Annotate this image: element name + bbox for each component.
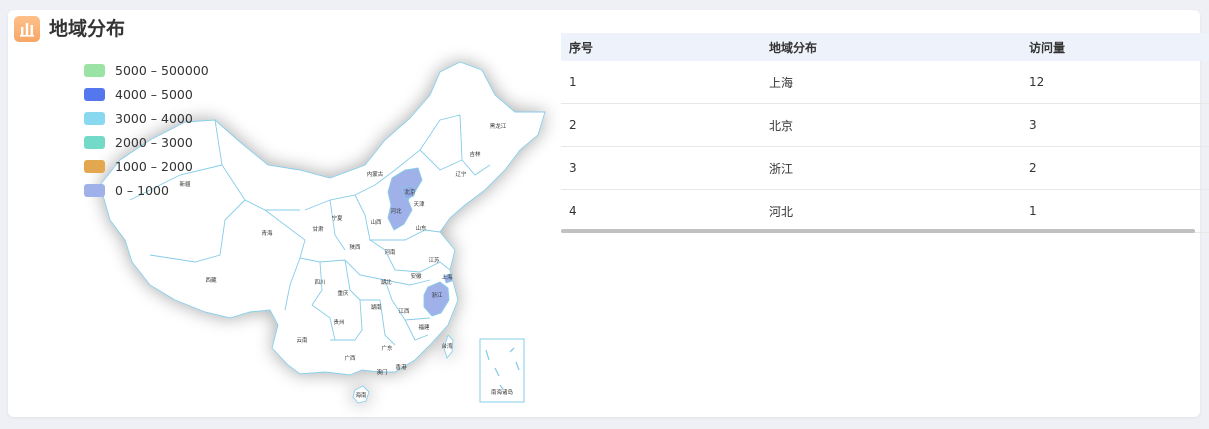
cell-visits: 2: [1029, 161, 1037, 175]
province-label: 上海: [441, 273, 453, 281]
header-index[interactable]: 序号: [561, 39, 761, 56]
table-header: 序号 地域分布 访问量: [561, 33, 1209, 61]
province-label: 安徽: [410, 272, 422, 280]
province-label: 西藏: [205, 276, 217, 284]
legend-swatch: [84, 111, 105, 125]
cell-region: 河北: [769, 204, 794, 219]
cell-index: 4: [569, 204, 577, 218]
legend-label: 1000 – 2000: [115, 158, 193, 174]
legend-item[interactable]: 4000 – 5000: [84, 82, 209, 106]
header-region[interactable]: 地域分布: [761, 39, 1021, 56]
province-label: 山东: [415, 224, 427, 232]
legend-label: 0 – 1000: [115, 182, 169, 198]
legend-label: 3000 – 4000: [115, 110, 193, 126]
cell-region: 浙江: [769, 161, 794, 176]
province-label: 河北: [390, 207, 402, 215]
province-label: 陕西: [349, 243, 361, 251]
province-label: 重庆: [337, 289, 349, 297]
legend-item[interactable]: 0 – 1000: [84, 178, 209, 202]
cell-index: 2: [569, 118, 577, 132]
province-label: 湖北: [380, 278, 392, 286]
legend-item[interactable]: 2000 – 3000: [84, 130, 209, 154]
province-label: 吉林: [469, 150, 481, 158]
province-label: 青海: [261, 229, 273, 237]
province-label: 江苏: [428, 256, 440, 264]
legend-swatch: [84, 135, 105, 149]
legend-swatch: [84, 87, 105, 101]
cell-visits: 12: [1029, 75, 1045, 89]
province-label: 浙江: [431, 291, 443, 299]
province-label: 云南: [296, 336, 308, 344]
cell-index: 3: [569, 161, 577, 175]
horizontal-scrollbar[interactable]: [561, 229, 1195, 233]
region-table: 序号 地域分布 访问量 1 上海 12 2 北京 3 3 浙江 2 4 河北 1: [561, 33, 1209, 233]
province-label: 南海诸岛: [491, 388, 514, 396]
table-row[interactable]: 3 浙江 2: [561, 147, 1209, 190]
province-label: 澳门: [376, 368, 387, 376]
province-label: 湖南: [370, 303, 382, 311]
province-label: 天津: [413, 201, 425, 208]
province-label: 四川: [314, 279, 325, 286]
province-label: 黑龙江: [490, 122, 507, 130]
cell-visits: 1: [1029, 204, 1037, 218]
cell-visits: 3: [1029, 118, 1037, 132]
province-label: 山西: [370, 218, 382, 226]
province-label: 福建: [418, 323, 430, 331]
map-legend: 5000 – 500000 4000 – 5000 3000 – 4000 20…: [84, 58, 209, 202]
table-row[interactable]: 1 上海 12: [561, 61, 1209, 104]
header-visits[interactable]: 访问量: [1021, 39, 1209, 56]
province-label: 甘肃: [312, 225, 324, 233]
legend-label: 4000 – 5000: [115, 86, 193, 102]
legend-label: 5000 – 500000: [115, 62, 209, 78]
legend-item[interactable]: 1000 – 2000: [84, 154, 209, 178]
province-label: 广西: [344, 354, 356, 362]
province-label: 北京: [404, 188, 416, 196]
province-label: 海南: [355, 391, 367, 399]
legend-swatch: [84, 159, 105, 173]
legend-item[interactable]: 5000 – 500000: [84, 58, 209, 82]
province-label: 内蒙古: [367, 170, 384, 178]
province-label: 台湾: [441, 342, 453, 350]
province-label: 广东: [381, 344, 393, 352]
cell-region: 北京: [769, 118, 794, 133]
cell-index: 1: [569, 75, 577, 89]
legend-swatch: [84, 63, 105, 77]
cell-region: 上海: [769, 75, 794, 90]
province-label: 辽宁: [455, 170, 467, 178]
province-label: 河南: [384, 248, 396, 256]
table-row[interactable]: 4 河北 1: [561, 190, 1209, 233]
province-label: 宁夏: [331, 214, 343, 222]
legend-swatch: [84, 183, 105, 197]
legend-item[interactable]: 3000 – 4000: [84, 106, 209, 130]
legend-label: 2000 – 3000: [115, 134, 193, 150]
province-label: 贵州: [333, 318, 344, 326]
province-label: 香港: [395, 363, 407, 371]
province-label: 江西: [398, 308, 410, 315]
table-row[interactable]: 2 北京 3: [561, 104, 1209, 147]
